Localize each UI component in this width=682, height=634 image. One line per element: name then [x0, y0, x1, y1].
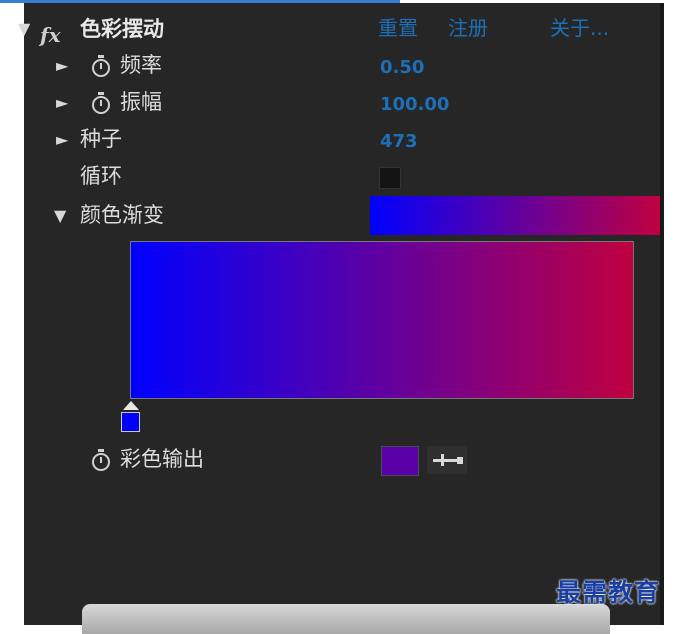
gradient-editor[interactable]	[130, 241, 634, 399]
frequency-value[interactable]: 0.50	[380, 53, 424, 83]
effect-title: 色彩摆动	[80, 17, 164, 41]
effect-header-row[interactable]: ▼ fx 色彩摆动 重置 注册 关于...	[18, 13, 660, 47]
stopwatch-icon[interactable]	[92, 449, 110, 471]
register-link[interactable]: 注册	[448, 13, 488, 43]
bottom-popup-window	[82, 604, 610, 634]
seed-label: 种子	[80, 127, 122, 151]
gradient-label: 颜色渐变	[80, 203, 164, 227]
stopwatch-icon[interactable]	[92, 55, 110, 77]
color-output-label: 彩色输出	[120, 447, 204, 471]
property-row-frequency[interactable]: ► 频率 0.50	[24, 50, 660, 80]
fx-icon[interactable]: fx	[40, 23, 61, 47]
property-row-color-output[interactable]: 彩色输出	[24, 444, 660, 474]
twirl-right-icon[interactable]: ►	[56, 56, 68, 75]
loop-label: 循环	[80, 164, 122, 188]
twirl-right-icon[interactable]: ►	[56, 130, 68, 149]
gradient-preview-swatch[interactable]	[370, 196, 660, 235]
eyedropper-shaft	[433, 459, 459, 462]
eyedropper-tip	[457, 457, 463, 464]
frequency-label: 频率	[120, 53, 162, 77]
color-stop-swatch[interactable]	[121, 412, 140, 432]
property-row-seed[interactable]: ► 种子 473	[24, 124, 660, 154]
twirl-right-icon[interactable]: ►	[56, 93, 68, 112]
property-row-amplitude[interactable]: ► 振幅 100.00	[24, 87, 660, 117]
stopwatch-icon[interactable]	[92, 92, 110, 114]
amplitude-label: 振幅	[120, 90, 162, 114]
panel-right-edge	[660, 3, 664, 625]
watermark-text: 最需教育	[556, 578, 661, 607]
eyedropper-icon[interactable]	[427, 446, 467, 474]
amplitude-value[interactable]: 100.00	[380, 90, 449, 120]
color-output-swatch[interactable]	[381, 446, 419, 476]
seed-value[interactable]: 473	[380, 127, 418, 157]
eyedropper-grip	[441, 454, 444, 466]
reset-link[interactable]: 重置	[378, 13, 418, 43]
color-stop-marker[interactable]	[123, 401, 139, 410]
twirl-down-icon[interactable]: ▼	[18, 19, 30, 38]
property-row-loop: 循环	[24, 161, 660, 191]
effect-controls-panel: ▼ fx 色彩摆动 重置 注册 关于... ► 频率 0.50 ► 振幅 100…	[18, 3, 660, 625]
loop-checkbox[interactable]	[379, 167, 401, 189]
twirl-down-icon[interactable]: ▼	[54, 206, 66, 225]
about-link[interactable]: 关于...	[550, 13, 609, 43]
